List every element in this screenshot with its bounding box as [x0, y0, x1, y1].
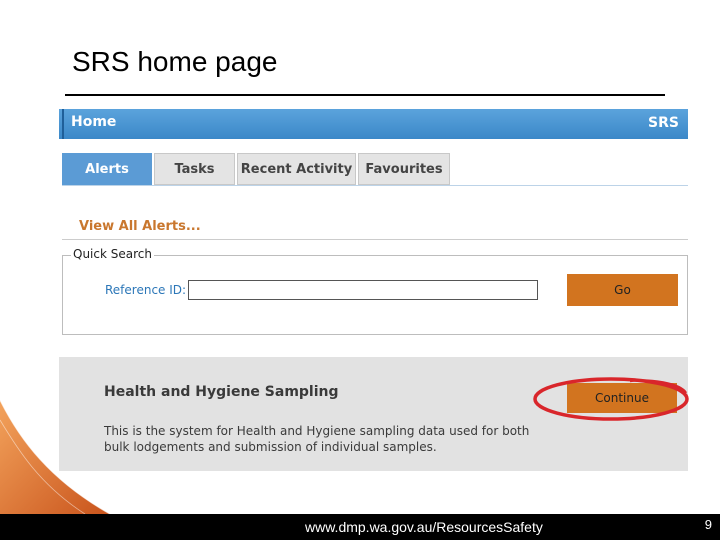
tab-tasks[interactable]: Tasks	[154, 153, 235, 185]
tab-favourites[interactable]: Favourites	[358, 153, 450, 185]
health-hygiene-title: Health and Hygiene Sampling	[104, 384, 339, 400]
slide-title: SRS home page	[72, 46, 278, 77]
alerts-divider	[62, 239, 688, 240]
app-header: Home SRS	[59, 109, 688, 139]
health-hygiene-description: This is the system for Health and Hygien…	[104, 424, 530, 454]
title-divider	[65, 94, 665, 96]
highlight-circle	[533, 377, 689, 421]
slide-footer: www.dmp.wa.gov.au/ResourcesSafety 9	[0, 514, 720, 540]
tab-label: Favourites	[365, 162, 443, 177]
header-accent	[62, 109, 64, 139]
reference-id-label: Reference ID:	[105, 283, 187, 297]
tab-alerts[interactable]: Alerts	[62, 153, 152, 185]
tab-divider	[62, 185, 688, 186]
tab-label: Alerts	[85, 162, 129, 177]
tab-label: Recent Activity	[240, 162, 353, 177]
header-title: Home	[71, 114, 117, 130]
footer-url: www.dmp.wa.gov.au/ResourcesSafety	[305, 519, 543, 535]
header-brand: SRS	[648, 115, 679, 131]
quick-search-legend: Quick Search	[71, 247, 154, 261]
go-button[interactable]: Go	[567, 274, 678, 306]
view-all-alerts-link[interactable]: View All Alerts...	[79, 219, 201, 234]
tab-label: Tasks	[174, 162, 215, 177]
quick-search-panel: Quick Search Reference ID: Go	[62, 247, 688, 335]
srs-screenshot: Home SRS Alerts Tasks Recent Activity Fa…	[59, 109, 689, 471]
tab-recent-activity[interactable]: Recent Activity	[237, 153, 356, 185]
page-number: 9	[704, 517, 712, 532]
reference-id-input[interactable]	[188, 280, 538, 300]
health-hygiene-panel: Health and Hygiene Sampling This is the …	[59, 357, 689, 471]
